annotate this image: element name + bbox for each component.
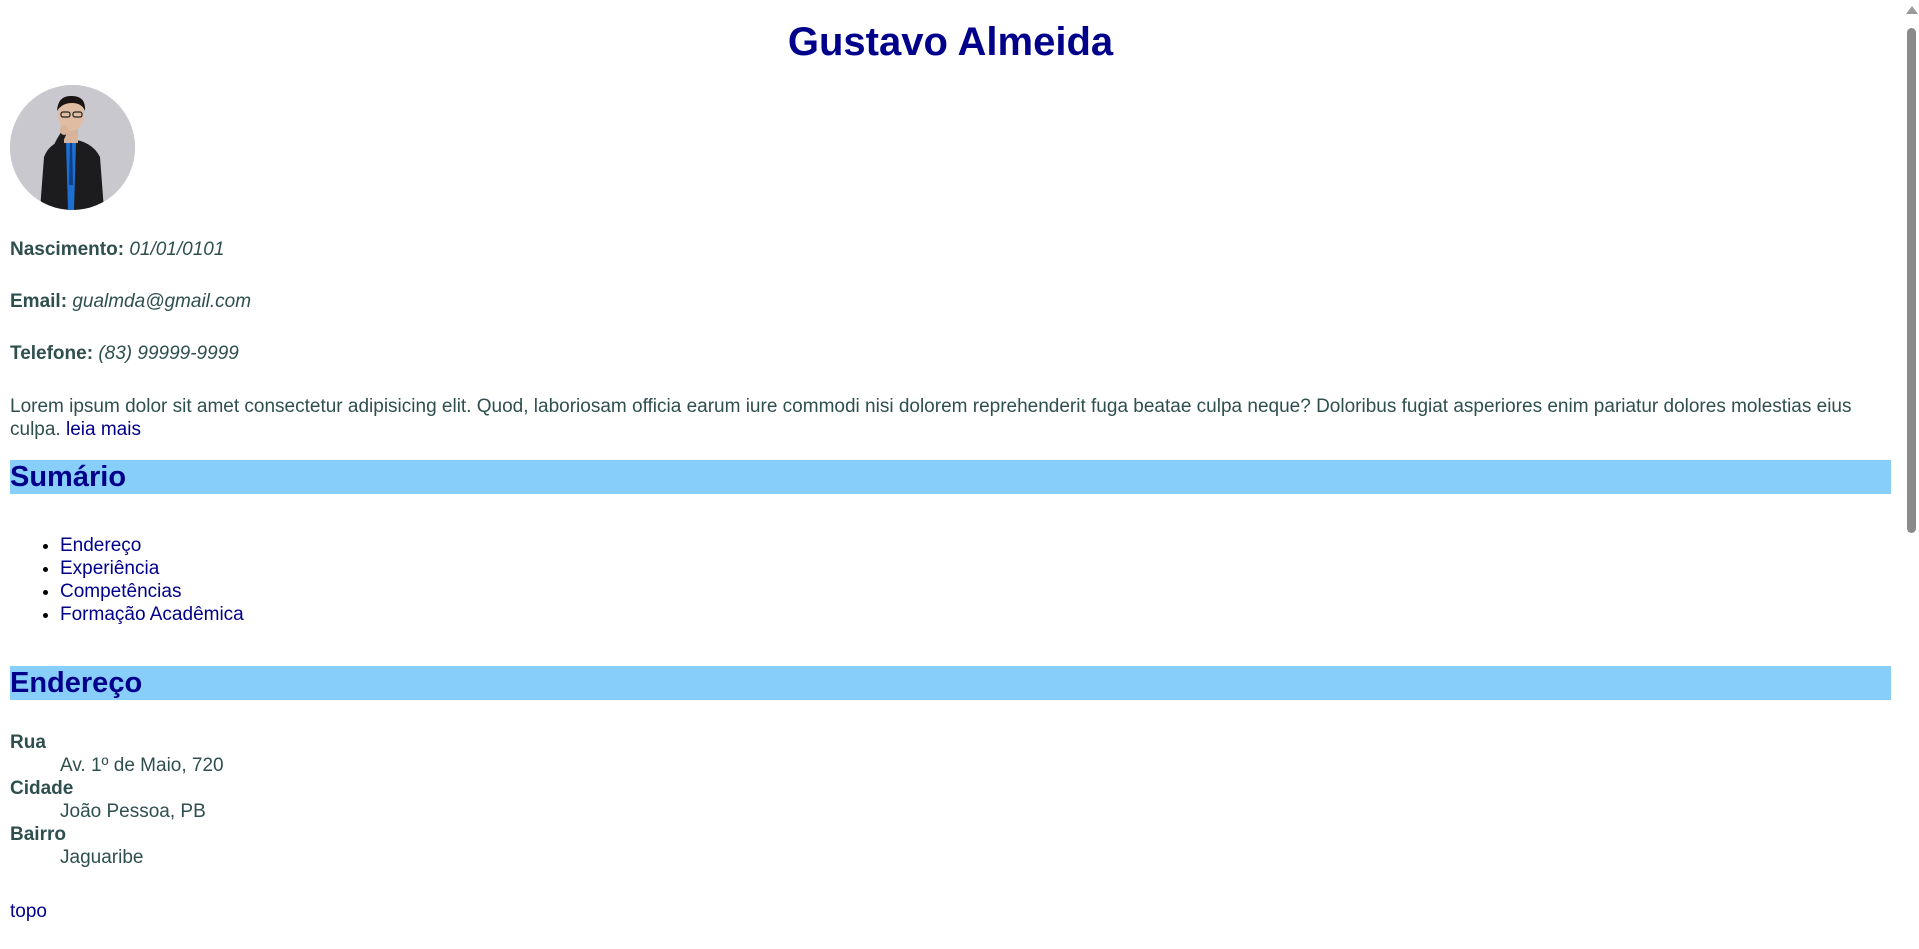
list-item: Experiência (60, 557, 1891, 580)
address-list: Rua Av. 1º de Maio, 720 Cidade João Pess… (10, 731, 1891, 869)
email-value: gualmda@gmail.com (72, 291, 252, 312)
toc-link-competencias[interactable]: Competências (60, 581, 181, 602)
content: Gustavo Almeida Nascimento: 01/01/0101 E… (10, 0, 1891, 923)
summary-heading: Sumário (10, 460, 1891, 494)
district-label: Bairro (10, 824, 66, 845)
email-label: Email: (10, 291, 68, 312)
page-title: Gustavo Almeida (787, 20, 1114, 64)
list-item: Endereço (60, 534, 1891, 557)
toc-link-endereco[interactable]: Endereço (60, 535, 141, 556)
district-value: Jaguaribe (60, 847, 144, 868)
birth-label: Nascimento: (10, 239, 125, 260)
list-item: Competências (60, 580, 1891, 603)
list-item: Formação Acadêmica (60, 603, 1891, 626)
city-value: João Pessoa, PB (60, 801, 206, 822)
birth-info: Nascimento: 01/01/0101 (10, 239, 1891, 261)
scroll-up-arrow-icon[interactable] (1906, 6, 1918, 14)
street-value: Av. 1º de Maio, 720 (60, 755, 224, 776)
toc-link-experiencia[interactable]: Experiência (60, 558, 159, 579)
bio-text: Lorem ipsum dolor sit amet consectetur a… (10, 396, 1852, 440)
street-label: Rua (10, 732, 46, 753)
page: Gustavo Almeida Nascimento: 01/01/0101 E… (0, 0, 1919, 949)
top-link-container: topo (10, 900, 1891, 923)
avatar-photo (10, 85, 135, 210)
phone-label: Telefone: (10, 343, 94, 364)
phone-value: (83) 99999-9999 (98, 343, 239, 364)
top-link[interactable]: topo (10, 901, 47, 922)
vertical-scrollbar[interactable] (1903, 0, 1919, 949)
scrollbar-thumb[interactable] (1907, 28, 1916, 533)
summary-list: Endereço Experiência Competências Formaç… (10, 534, 1891, 626)
city-label: Cidade (10, 778, 74, 799)
email-info: Email: gualmda@gmail.com (10, 291, 1891, 313)
phone-info: Telefone: (83) 99999-9999 (10, 343, 1891, 365)
read-more-link[interactable]: leia mais (66, 419, 141, 440)
bio-paragraph: Lorem ipsum dolor sit amet consectetur a… (10, 395, 1891, 441)
avatar (10, 85, 135, 210)
address-heading: Endereço (10, 666, 1891, 700)
birth-value: 01/01/0101 (129, 239, 225, 260)
toc-link-formacao[interactable]: Formação Acadêmica (60, 604, 244, 625)
